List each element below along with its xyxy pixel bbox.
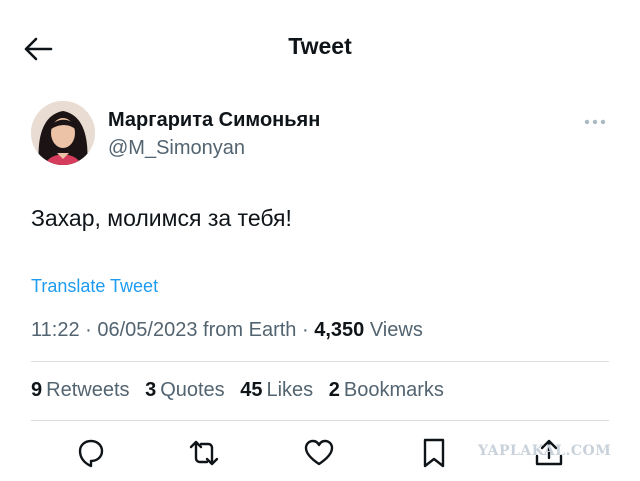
like-icon [304, 439, 334, 466]
reply-icon [78, 439, 104, 468]
more-horizontal-icon [584, 119, 606, 125]
meta-separator: · [85, 319, 92, 341]
quotes-stat[interactable]: 3 Quotes [145, 379, 225, 402]
author-handle[interactable]: @M_Simonyan [108, 137, 245, 160]
bookmark-icon [423, 438, 445, 468]
bookmark-button[interactable] [417, 436, 451, 470]
more-options-button[interactable] [580, 112, 610, 132]
tweet-text: Захар, молимся за тебя! [31, 205, 292, 231]
tweet-time[interactable]: 11:22 [31, 319, 80, 341]
retweets-label: Retweets [46, 379, 130, 401]
likes-count: 45 [240, 379, 263, 401]
like-button[interactable] [302, 436, 336, 470]
views-label: Views [369, 319, 423, 341]
bookmarks-label: Bookmarks [343, 379, 444, 401]
meta-separator: · [301, 319, 309, 341]
tweet-meta: 11:22 · 06/05/2023 from Earth · 4,350 Vi… [31, 319, 423, 342]
quotes-label: Quotes [160, 379, 225, 401]
retweet-icon [189, 440, 219, 466]
reply-button[interactable] [74, 436, 108, 470]
retweet-button[interactable] [187, 436, 221, 470]
author-display-name[interactable]: Маргарита Симоньян [108, 109, 320, 132]
divider [31, 361, 609, 362]
quotes-count: 3 [145, 379, 157, 401]
likes-label: Likes [266, 379, 314, 401]
likes-stat[interactable]: 45 Likes [240, 379, 313, 402]
tweet-source: from Earth [203, 319, 297, 341]
watermark: YAPLAKAL.COM [478, 443, 612, 459]
bookmarks-count: 2 [328, 379, 340, 401]
engagement-stats: 9 Retweets 3 Quotes 45 Likes 2 Bookmarks [31, 379, 454, 402]
views-count: 4,350 [314, 319, 365, 341]
translate-tweet-link[interactable]: Translate Tweet [31, 276, 158, 297]
page-title: Tweet [288, 33, 352, 59]
bookmarks-stat[interactable]: 2 Bookmarks [329, 379, 444, 402]
retweets-stat[interactable]: 9 Retweets [31, 379, 130, 402]
avatar[interactable] [31, 101, 95, 165]
retweets-count: 9 [31, 379, 43, 401]
tweet-date[interactable]: 06/05/2023 [97, 319, 197, 341]
divider [31, 420, 609, 421]
